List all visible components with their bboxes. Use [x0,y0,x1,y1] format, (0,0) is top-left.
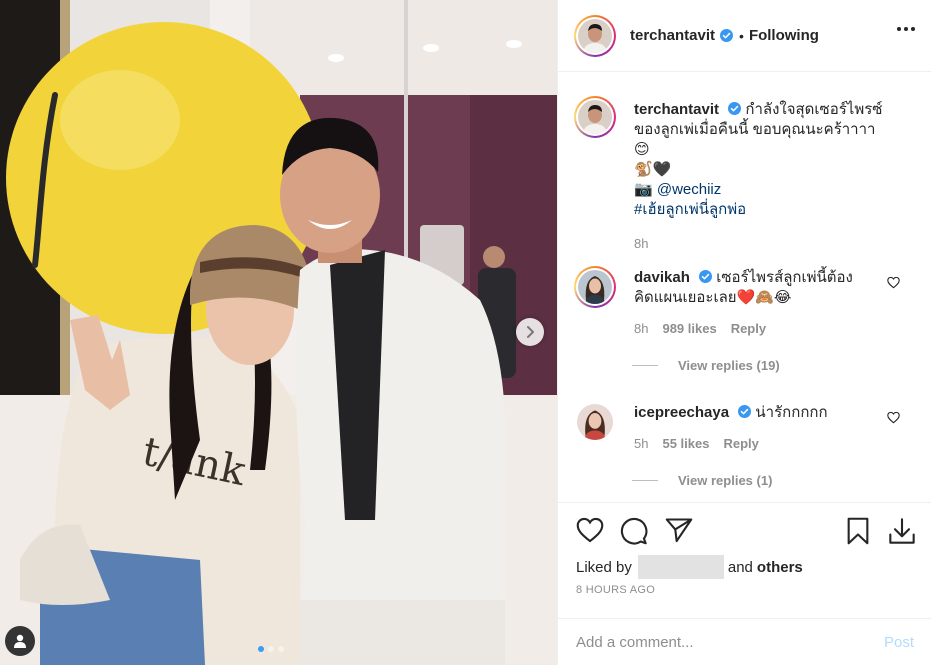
view-replies-label: View replies (1) [678,473,773,488]
post-header: terchantavit • Following [558,0,931,72]
liked-by-summary: Liked by and others [576,555,803,579]
post-comment-button[interactable]: Post [884,634,914,651]
like-comment-heart-icon[interactable] [887,276,900,289]
comments-list: terchantavit กำลังใจสุดเซอร์ไพรซ์ ของลูก… [558,72,931,504]
reply-button[interactable]: Reply [723,434,758,454]
verified-badge-icon [720,29,734,42]
next-photo-button[interactable] [516,318,544,346]
verified-badge-icon [728,102,742,115]
caption-avatar-image [578,100,612,134]
post-timestamp[interactable]: 8 HOURS AGO [576,584,655,596]
photo-scene: t/ank [0,0,557,665]
tagged-users-button[interactable] [5,626,35,656]
comment-input[interactable] [576,634,884,651]
comment-bubble-icon[interactable] [620,517,648,545]
view-replies-button[interactable]: View replies (1) [632,473,931,488]
comment-item: davikah เซอร์ไพรส์ลูกเพ่นี้ต้อง คิดแผนเย… [558,266,931,339]
comment-likes[interactable]: 55 likes [662,434,709,454]
mention-link[interactable]: @wechiiz [657,181,721,198]
following-button[interactable]: Following [749,27,819,44]
commenter-avatar[interactable] [574,401,616,443]
commenter-avatar-image [578,270,612,304]
view-replies-label: View replies (19) [678,358,780,373]
comment-username[interactable]: davikah [634,269,690,286]
comment-time[interactable]: 5h [634,434,648,454]
user-icon [14,634,26,648]
carousel-dot [268,646,274,652]
post-photo[interactable]: t/ank [0,0,557,665]
verified-badge-icon [699,270,713,283]
caption: terchantavit กำลังใจสุดเซอร์ไพรซ์ ของลูก… [558,72,931,254]
caption-text-line3: 🐒🖤 [634,161,672,178]
post-details-panel: terchantavit • Following terchantavit กำ… [557,0,931,665]
comment-time[interactable]: 8h [634,319,648,339]
save-bookmark-icon[interactable] [846,517,870,545]
comment-username[interactable]: icepreechaya [634,404,729,421]
liked-by-user-redacted[interactable] [637,555,724,579]
caption-avatar[interactable] [574,96,616,138]
liked-others-link[interactable]: others [757,559,803,576]
view-replies-button[interactable]: View replies (19) [632,358,931,373]
author-username[interactable]: terchantavit [630,27,715,44]
like-heart-icon[interactable] [576,517,604,543]
author-avatar[interactable] [574,14,616,57]
author-avatar-image [578,18,612,53]
chevron-right-icon [527,326,534,338]
comment-text-line2: คิดแผนเยอะเลย❤️🙈😂 [634,289,792,306]
comment-item: icepreechaya น่ารักกกกก 5h 55 likes Repl… [558,401,931,454]
comment-text: เซอร์ไพรส์ลูกเพ่นี้ต้อง [716,269,853,286]
caption-time[interactable]: 8h [634,234,648,254]
header-separator: • [739,27,744,44]
reply-button[interactable]: Reply [731,319,766,339]
like-comment-heart-icon[interactable] [887,411,900,424]
divider-line [632,480,658,481]
commenter-avatar-image [577,404,613,440]
carousel-indicator [258,646,284,652]
caption-text-line2: ของลูกเพ่เมื่อคืนนี้ ขอบคุณนะคร้าาาา 😊 [634,121,876,158]
carousel-dot-active [258,646,264,652]
share-send-icon[interactable] [665,517,693,543]
hashtag-link[interactable]: #เฮ้ยลูกเพ่นี่ลูกพ่อ [634,200,884,220]
commenter-avatar[interactable] [574,266,616,308]
download-icon[interactable] [888,517,916,545]
camera-emoji: 📷 [634,181,653,198]
verified-badge-icon [738,405,752,418]
caption-text-line1: กำลังใจสุดเซอร์ไพรซ์ [745,101,883,118]
divider-line [632,365,658,366]
add-comment-bar: Post [558,618,931,665]
carousel-dot [278,646,284,652]
liked-by-label: Liked by [576,558,632,576]
comment-likes[interactable]: 989 likes [662,319,716,339]
more-options-icon[interactable] [897,27,915,31]
caption-username[interactable]: terchantavit [634,101,719,118]
comment-text: น่ารักกกกก [755,404,828,421]
liked-and-label: and [727,558,753,576]
post-actions: Liked by and others 8 HOURS AGO Post [558,502,931,665]
